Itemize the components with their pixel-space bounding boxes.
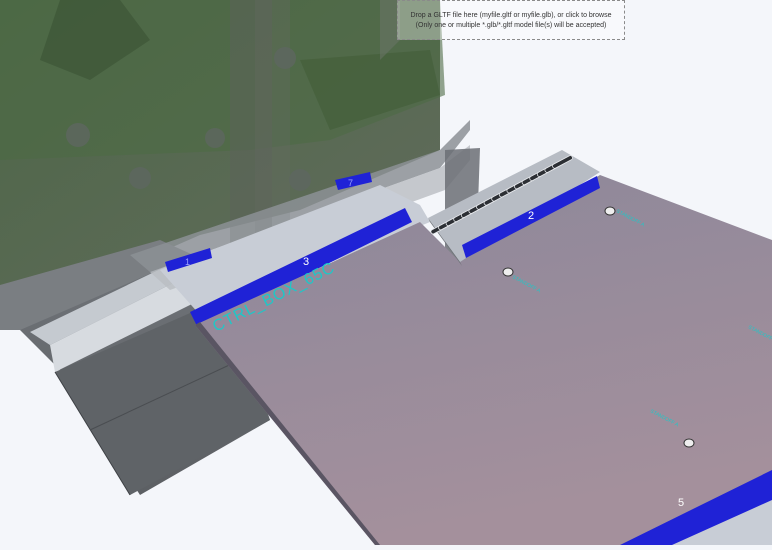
strip-label-5: 5 <box>678 497 684 509</box>
gltf-drop-zone[interactable]: Drop a GLTF file here (myfile.gltf or my… <box>397 0 625 40</box>
strip-label-1: 1 <box>185 257 190 267</box>
strip-label-7: 7 <box>348 178 353 188</box>
strip-label-3: 3 <box>303 256 309 268</box>
strip-label-2: 2 <box>528 210 534 222</box>
drop-zone-note: (Only one or multiple *.glb/*.gltf model… <box>415 22 607 29</box>
drop-zone-instruction: Drop a GLTF file here (myfile.gltf or my… <box>410 12 612 19</box>
3d-viewport[interactable]: 1 7 3 2 5 CTRL_BOX_65C STANDOFF A STANDO… <box>0 0 772 545</box>
